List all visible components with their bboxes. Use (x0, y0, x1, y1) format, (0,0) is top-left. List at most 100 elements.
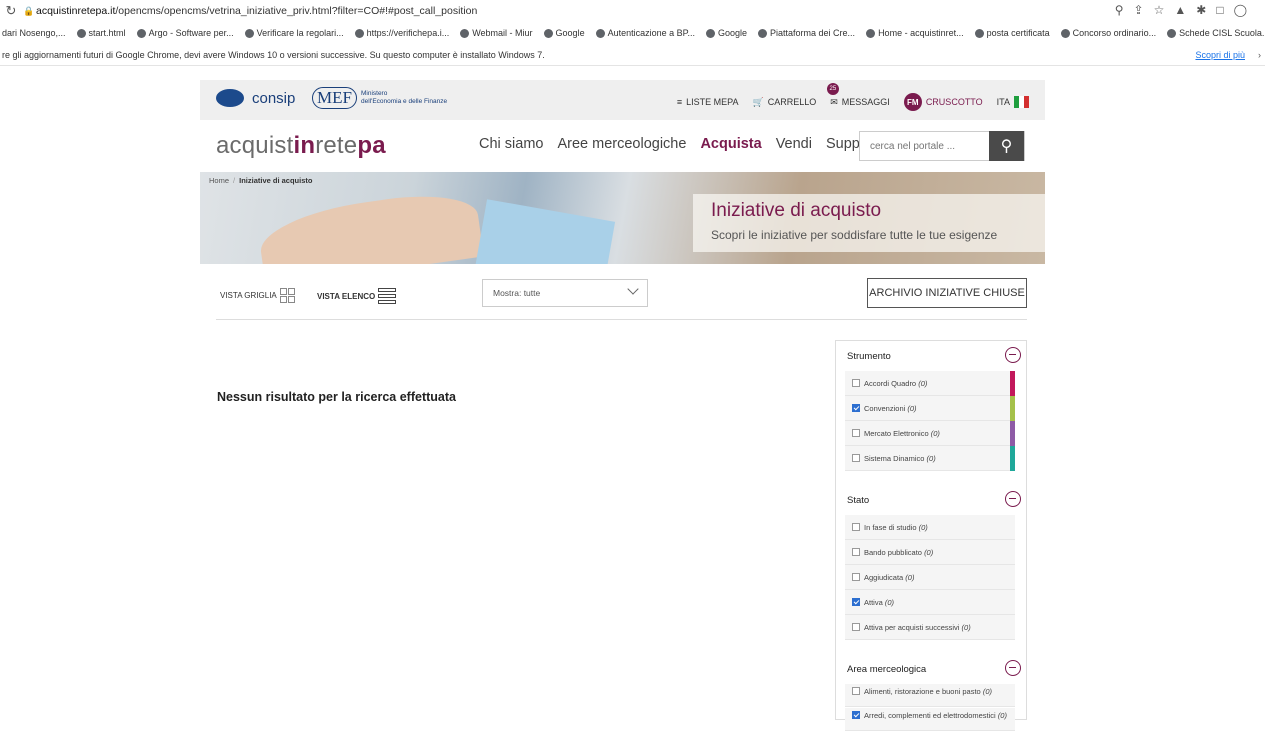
menu-item-chi-siamo[interactable]: Chi siamo (479, 136, 543, 152)
checkbox[interactable] (852, 598, 860, 606)
bookmark-item[interactable]: Google (543, 28, 585, 38)
category-color-bar (1010, 421, 1015, 446)
star-icon[interactable]: ☆ (1154, 3, 1165, 17)
infobar-text: re gli aggiornamenti futuri di Google Ch… (2, 49, 545, 60)
search-input[interactable] (860, 132, 989, 160)
consip-logo[interactable]: consip (216, 89, 295, 107)
grid-view-toggle[interactable]: VISTA GRIGLIA (220, 288, 295, 303)
collapse-icon[interactable] (1005, 347, 1021, 363)
collapse-icon[interactable] (1005, 491, 1021, 507)
hero-banner: Home / Iniziative di acquisto Iniziative d… (200, 172, 1045, 264)
infobar-link[interactable]: Scopri di più (1195, 50, 1245, 60)
url-text[interactable]: acquistinretepa.it/opencms/opencms/vetri… (36, 5, 477, 17)
bookmark-favicon-icon (758, 28, 768, 38)
filter-option-label: In fase di studio (0) (864, 522, 928, 532)
filter-option[interactable]: Aggiudicata (0) (845, 565, 1015, 590)
archive-button[interactable]: ARCHIVIO INIZIATIVE CHIUSE (867, 278, 1027, 308)
search-button[interactable]: ⚲ (989, 131, 1024, 161)
filter-option[interactable]: Attiva per acquisti successivi (0) (845, 615, 1015, 640)
filter-option-label: Mercato Elettronico (0) (864, 428, 940, 438)
mef-logo[interactable]: MEF Ministero dell'Economia e delle Finan… (312, 87, 447, 109)
filter-section-stato[interactable]: Stato (836, 485, 1028, 513)
collapse-icon[interactable] (1005, 660, 1021, 676)
breadcrumb: Home / Iniziative di acquisto (209, 176, 313, 185)
checkbox[interactable] (852, 454, 860, 462)
menu-item-acquista[interactable]: Acquista (700, 136, 761, 152)
filter-option[interactable]: Convenzioni (0) (845, 396, 1015, 421)
liste-mepa-link[interactable]: ≡ LISTE MEPA (677, 97, 739, 107)
bookmark-item[interactable]: start.html (76, 28, 126, 38)
bookmark-item[interactable]: Verificare la regolari... (244, 28, 344, 38)
bookmark-favicon-icon (354, 28, 364, 38)
mef-mark: MEF (312, 87, 357, 109)
bookmark-favicon-icon (543, 28, 553, 38)
filter-option[interactable]: In fase di studio (0) (845, 515, 1015, 540)
checkbox[interactable] (852, 523, 860, 531)
bookmark-item[interactable]: Autenticazione a BP... (595, 28, 695, 38)
search-box: ⚲ (859, 131, 1025, 161)
bookmark-favicon-icon (705, 28, 715, 38)
checkbox[interactable] (852, 404, 860, 412)
menu-item-aree-merceologiche[interactable]: Aree merceologiche (557, 136, 686, 152)
bookmark-favicon-icon (244, 28, 254, 38)
brand-logo[interactable]: acquistinretepa (216, 132, 386, 160)
language-selector[interactable]: ITA (997, 96, 1029, 108)
lock-icon[interactable]: 🔒 (22, 6, 36, 17)
bookmark-item[interactable]: Schede CISL Scuola... (1167, 28, 1265, 38)
bookmark-item[interactable]: Argo - Software per... (136, 28, 234, 38)
window-icon[interactable]: □ (1216, 3, 1223, 17)
show-select[interactable]: Mostra: tutte (482, 279, 648, 307)
bookmark-favicon-icon (76, 28, 86, 38)
list-icon: ≡ (676, 97, 683, 107)
category-color-bar (1010, 446, 1015, 471)
list-view-toggle[interactable]: VISTA ELENCO (317, 288, 397, 304)
bookmark-item[interactable]: Google (705, 28, 747, 38)
filter-option[interactable]: Alimenti, ristorazione e buoni pasto (0) (845, 684, 1015, 707)
checkbox[interactable] (852, 687, 860, 695)
checkbox[interactable] (852, 379, 860, 387)
extensions-icon[interactable]: ✱ (1196, 3, 1206, 17)
profile-icon[interactable]: ◯ (1234, 3, 1247, 17)
bookmark-item[interactable]: dari Nosengo,... (2, 28, 66, 38)
checkbox[interactable] (852, 548, 860, 556)
filter-option[interactable]: Accordi Quadro (0) (845, 371, 1015, 396)
bookmark-item[interactable]: Home - acquistinret... (866, 28, 964, 38)
messaggi-link[interactable]: ✉ MESSAGGI (830, 97, 890, 108)
bookmark-favicon-icon (136, 28, 146, 38)
bookmark-item[interactable]: Webmail - Miur (460, 28, 533, 38)
checkbox[interactable] (852, 623, 860, 631)
view-toolbar: VISTA GRIGLIA VISTA ELENCO Mostra: tutte… (216, 274, 1027, 320)
checkbox[interactable] (852, 429, 860, 437)
filter-option[interactable]: Attiva (0) (845, 590, 1015, 615)
main-menu: Chi siamo Aree merceologiche Acquista Ve… (479, 136, 885, 152)
breadcrumb-home[interactable]: Home (209, 176, 229, 185)
share-icon[interactable]: ⇪ (1134, 3, 1144, 17)
filter-section-strumento[interactable]: Strumento (836, 341, 1028, 369)
checkbox[interactable] (852, 573, 860, 581)
bookmark-item[interactable]: Concorso ordinario... (1060, 28, 1156, 38)
menu-item-vendi[interactable]: Vendi (776, 136, 812, 152)
filter-option-label: Bando pubblicato (0) (864, 547, 934, 557)
cruscotto-link[interactable]: FM CRUSCOTTO (903, 93, 983, 111)
checkbox[interactable] (852, 711, 860, 719)
filter-section-area[interactable]: Area merceologica (836, 654, 1028, 682)
filter-option-label: Attiva per acquisti successivi (0) (864, 622, 971, 632)
carrello-link[interactable]: 🛒 CARRELLO (753, 97, 817, 108)
bookmarks-bar: dari Nosengo,... start.html Argo - Softwar… (0, 22, 1265, 44)
bookmark-item[interactable]: Piattaforma dei Cre... (758, 28, 855, 38)
bookmark-favicon-icon (866, 28, 876, 38)
filter-option[interactable]: Mercato Elettronico (0) (845, 421, 1015, 446)
page-subtitle: Scopri le iniziative per soddisfare tutt… (711, 228, 998, 242)
browser-address-bar[interactable]: ↻ 🔒 acquistinretepa.it/opencms/opencms/v… (0, 0, 1265, 22)
close-icon[interactable]: › (1258, 50, 1261, 60)
zoom-icon[interactable]: ⚲ (1115, 3, 1124, 17)
hero-panel: Iniziative di acquisto Scopri le iniziat… (693, 194, 1045, 252)
filter-option[interactable]: Sistema Dinamico (0) (845, 446, 1015, 471)
main-nav: acquistinretepa Chi siamo Aree merceolog… (200, 120, 1045, 170)
bookmark-item[interactable]: posta certificata (974, 28, 1050, 38)
top-strip: consip MEF Ministero dell'Economia e dell… (200, 80, 1045, 120)
filter-option[interactable]: Bando pubblicato (0) (845, 540, 1015, 565)
bookmark-item[interactable]: https://verifichepa.i... (354, 28, 449, 38)
reload-icon[interactable]: ↻ (0, 3, 22, 19)
drive-icon[interactable]: ▲ (1174, 3, 1186, 17)
